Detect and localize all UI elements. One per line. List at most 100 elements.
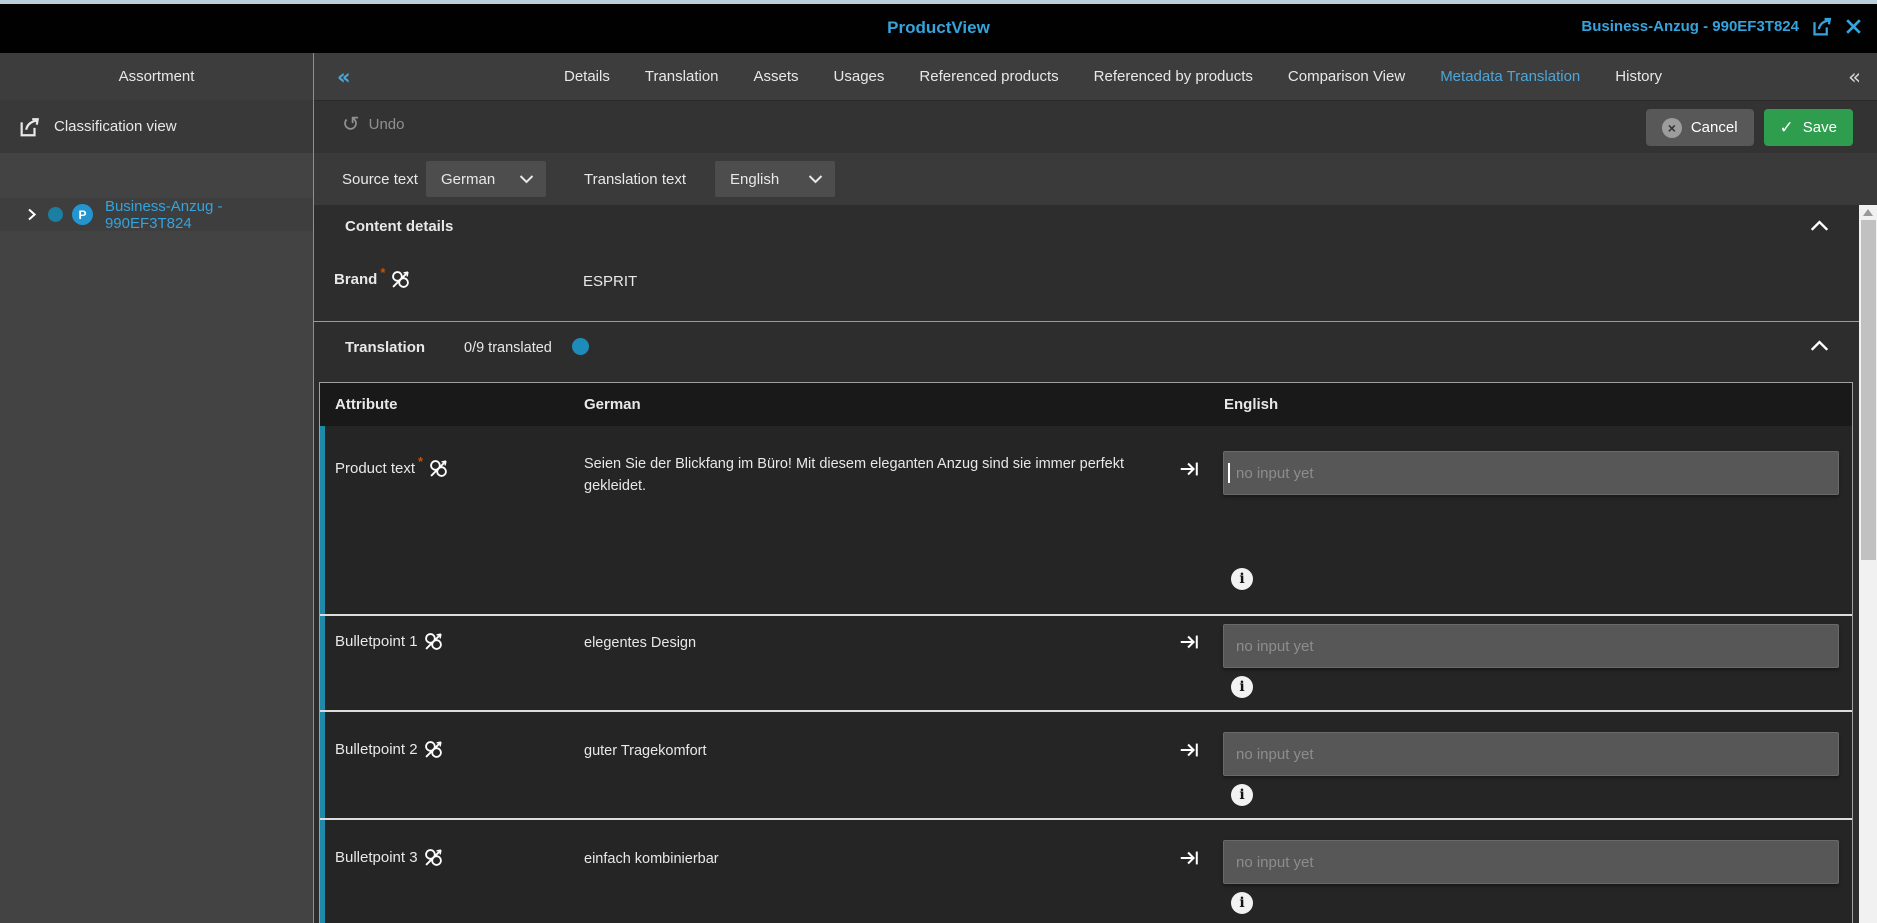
save-check-icon: ✓	[1780, 118, 1794, 138]
row-accent-bar	[320, 616, 325, 710]
product-reference: Business-Anzug - 990EF3T824	[1581, 18, 1799, 35]
scroll-up-icon[interactable]	[1863, 209, 1873, 216]
unlink-icon[interactable]	[423, 631, 444, 652]
translation-text-label: Translation text	[584, 171, 686, 188]
cancel-button[interactable]: × Cancel	[1646, 109, 1754, 146]
info-icon[interactable]: i	[1231, 892, 1253, 914]
translation-input-english[interactable]	[1223, 732, 1839, 776]
collapse-panel-icon[interactable]: «	[1848, 65, 1861, 89]
chevron-right-icon[interactable]	[24, 207, 39, 222]
tab-referenced-products[interactable]: Referenced products	[919, 68, 1058, 85]
required-asterisk: *	[418, 454, 423, 469]
undo-icon: ↺	[342, 114, 360, 134]
copy-to-translation-icon[interactable]	[1178, 739, 1200, 761]
status-dot-icon	[48, 207, 63, 222]
brand-label: Brand	[334, 271, 377, 288]
tab-comparison-view[interactable]: Comparison View	[1288, 68, 1405, 85]
column-header-english: English	[1224, 396, 1278, 413]
copy-to-translation-icon[interactable]	[1178, 631, 1200, 653]
classification-view-icon	[18, 116, 40, 138]
main-panel: « Details Translation Assets Usages Refe…	[313, 53, 1877, 923]
tab-bar: « Details Translation Assets Usages Refe…	[314, 53, 1877, 100]
copy-to-translation-icon[interactable]	[1178, 847, 1200, 869]
assortment-tree: P Business-Anzug - 990EF3T824	[0, 153, 313, 231]
attribute-name: Bulletpoint 2	[335, 741, 418, 758]
collapse-section-icon[interactable]	[1810, 219, 1829, 232]
translation-title: Translation	[345, 339, 425, 356]
product-type-badge: P	[72, 204, 93, 225]
table-row: Bulletpoint 1 elegentes Design i	[320, 616, 1852, 712]
brand-value: ESPRIT	[583, 273, 637, 290]
action-toolbar: ↺ Undo × Cancel ✓ Save	[314, 100, 1877, 153]
tab-assets[interactable]: Assets	[754, 68, 799, 85]
vertical-scrollbar[interactable]	[1859, 205, 1877, 923]
row-accent-bar	[320, 712, 325, 818]
tab-metadata-translation[interactable]: Metadata Translation	[1440, 68, 1580, 85]
tab-history[interactable]: History	[1615, 68, 1662, 85]
unlink-icon[interactable]	[390, 269, 411, 290]
unlink-icon[interactable]	[423, 739, 444, 760]
scrollbar-thumb[interactable]	[1861, 220, 1876, 560]
tab-details[interactable]: Details	[564, 68, 610, 85]
source-text-german: einfach kombinierbar	[584, 848, 1162, 870]
unlink-icon[interactable]	[428, 458, 449, 479]
row-accent-bar	[320, 426, 325, 614]
close-icon[interactable]	[1844, 17, 1863, 36]
translation-input-english[interactable]	[1223, 451, 1839, 495]
tree-item-product[interactable]: P Business-Anzug - 990EF3T824	[0, 198, 313, 231]
collapse-section-icon[interactable]	[1810, 339, 1829, 352]
info-icon[interactable]: i	[1231, 676, 1253, 698]
classification-view-label: Classification view	[54, 118, 177, 135]
text-caret	[1228, 463, 1230, 483]
translation-language-value: English	[730, 171, 779, 188]
translation-table: Attribute German English Product text * …	[319, 382, 1853, 923]
table-row: Bulletpoint 3 einfach kombinierbar i	[320, 820, 1852, 923]
copy-to-translation-icon[interactable]	[1178, 458, 1200, 480]
assortment-sidebar: Assortment Classification view P Busines…	[0, 53, 313, 923]
cancel-x-icon: ×	[1662, 118, 1682, 138]
unlink-icon[interactable]	[423, 847, 444, 868]
chevron-down-icon	[519, 174, 534, 184]
tab-usages[interactable]: Usages	[834, 68, 885, 85]
source-language-select[interactable]: German	[426, 161, 546, 197]
column-header-attribute: Attribute	[335, 396, 398, 413]
tab-translation[interactable]: Translation	[645, 68, 719, 85]
progress-dot-icon	[572, 338, 589, 355]
source-text-german: guter Tragekomfort	[584, 740, 1162, 762]
translation-input-english[interactable]	[1223, 840, 1839, 884]
required-asterisk: *	[380, 265, 385, 280]
table-row: Product text * Seien Sie der Blickfang i…	[320, 426, 1852, 616]
translation-section-header: Translation 0/9 translated	[314, 329, 1859, 373]
translation-progress: 0/9 translated	[464, 340, 552, 356]
info-icon[interactable]: i	[1231, 568, 1253, 590]
attribute-name: Bulletpoint 3	[335, 849, 418, 866]
app-header: ProductView Business-Anzug - 990EF3T824	[0, 4, 1877, 53]
collapse-sidebar-icon[interactable]: «	[337, 65, 351, 89]
sidebar-header: Assortment	[0, 53, 313, 100]
classification-view-button[interactable]: Classification view	[0, 100, 313, 153]
row-accent-bar	[320, 820, 325, 923]
translation-input-english[interactable]	[1223, 624, 1839, 668]
undo-button[interactable]: ↺ Undo	[342, 114, 404, 134]
info-icon[interactable]: i	[1231, 784, 1253, 806]
attribute-name: Bulletpoint 1	[335, 633, 418, 650]
save-button[interactable]: ✓ Save	[1764, 109, 1853, 146]
metadata-translation-content: Content details Brand * ESPRIT Translati…	[314, 205, 1877, 923]
cancel-label: Cancel	[1691, 119, 1738, 136]
source-language-value: German	[441, 171, 495, 188]
source-text-german: elegentes Design	[584, 632, 1162, 654]
content-details-section: Content details Brand * ESPRIT	[314, 205, 1859, 322]
translation-language-select[interactable]: English	[715, 161, 835, 197]
column-header-german: German	[584, 396, 641, 413]
attribute-name: Product text	[335, 460, 415, 477]
undo-label: Undo	[369, 116, 405, 133]
source-text-german: Seien Sie der Blickfang im Büro! Mit die…	[584, 453, 1162, 497]
content-details-title: Content details	[345, 218, 453, 235]
table-header: Attribute German English	[320, 383, 1852, 426]
tree-item-label[interactable]: Business-Anzug - 990EF3T824	[105, 198, 313, 232]
chevron-down-icon	[808, 174, 823, 184]
save-label: Save	[1803, 119, 1837, 136]
source-text-label: Source text	[342, 171, 418, 188]
tab-referenced-by-products[interactable]: Referenced by products	[1094, 68, 1253, 85]
share-export-icon[interactable]	[1811, 16, 1832, 37]
